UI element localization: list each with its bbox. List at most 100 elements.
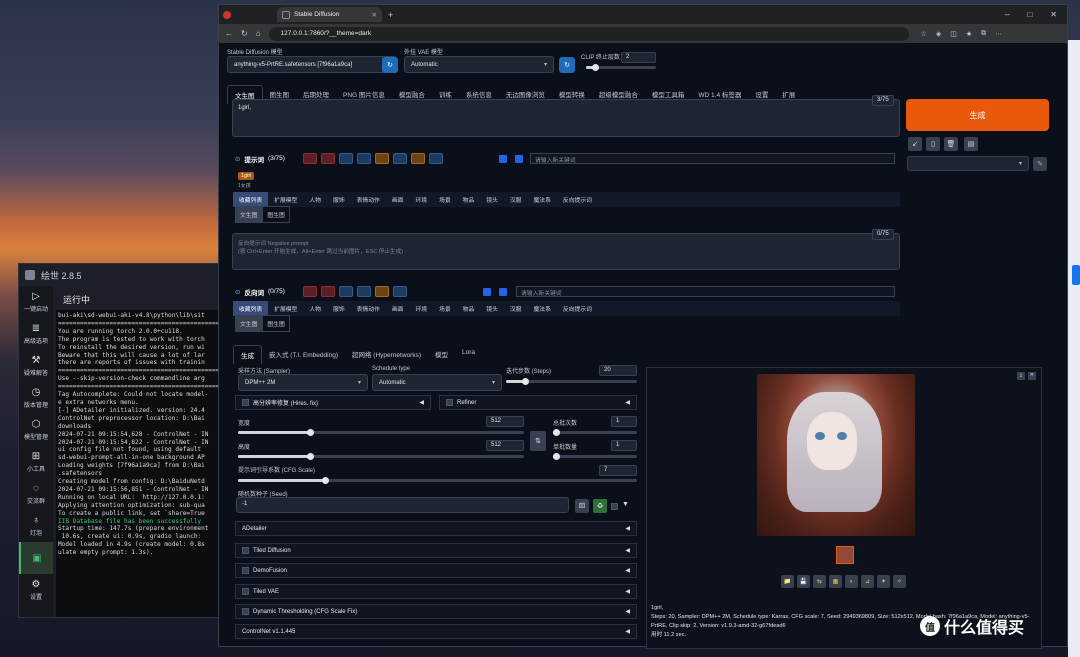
width-value[interactable]: 512 <box>486 416 524 427</box>
menu-icon[interactable]: ⋯ <box>995 30 1002 38</box>
keyword-checkbox[interactable] <box>499 155 507 163</box>
minimize-icon[interactable]: – <box>1005 10 1009 19</box>
batch-count-value[interactable]: 1 <box>611 416 637 427</box>
tool-button[interactable] <box>302 153 317 164</box>
split-icon[interactable]: ◫ <box>950 30 957 38</box>
refiner-toggle[interactable]: Refiner ◀ <box>439 395 637 410</box>
accordion-5[interactable]: ControlNet v1.1.445 ◀ <box>235 624 637 639</box>
tool-button[interactable] <box>374 286 389 297</box>
category-tab[interactable]: 服饰 <box>327 192 351 207</box>
category-tab[interactable]: 扩展模型 <box>268 192 303 207</box>
category-tab[interactable]: 魔法系 <box>527 192 556 207</box>
generated-image[interactable] <box>757 374 915 536</box>
tool-button[interactable] <box>374 153 389 164</box>
styles-select[interactable]: ▾ <box>907 156 1029 171</box>
steps-value[interactable]: 20 <box>599 365 637 376</box>
category-tab[interactable]: 镜头 <box>480 301 504 316</box>
category-tab[interactable]: 镜头 <box>480 192 504 207</box>
collections-icon[interactable]: ⧉ <box>981 30 986 38</box>
tool-button[interactable] <box>392 153 407 164</box>
gen-tab-1[interactable]: 嵌入式 (T.I. Embedding) <box>262 345 345 364</box>
batch-size-slider[interactable] <box>553 453 637 460</box>
cfg-slider[interactable] <box>238 477 637 484</box>
gen-tab-4[interactable]: Lora <box>455 345 482 364</box>
paste-icon[interactable]: ↙ <box>908 137 922 151</box>
accordion-checkbox[interactable] <box>242 608 249 615</box>
neg-keyword-input[interactable]: 请输入新关键词 <box>516 286 895 297</box>
sidebar-item-advanced[interactable]: ≣ 高级选项 <box>19 318 53 350</box>
home-icon[interactable]: ⌂ <box>256 29 261 38</box>
output-action-icon[interactable]: ✧ <box>893 575 906 588</box>
sidebar-item-community[interactable]: ◌ 交流群 <box>19 478 53 510</box>
maximize-icon[interactable]: □ <box>1027 10 1032 19</box>
refiner-checkbox[interactable] <box>446 399 453 406</box>
accordion-1[interactable]: Tiled Diffusion ◀ <box>235 543 637 558</box>
keyword-input[interactable]: 请输入新关键词 <box>530 153 895 164</box>
reload-icon[interactable]: ↻ <box>241 29 248 38</box>
accordion-2[interactable]: DemoFusion ◀ <box>235 563 637 578</box>
dice-icon[interactable]: ⚄ <box>575 499 589 513</box>
star-icon[interactable]: ☆ <box>921 30 927 38</box>
output-action-icon[interactable]: 📁 <box>781 575 794 588</box>
category-tab[interactable]: 服饰 <box>327 301 351 316</box>
category-tab[interactable]: 物品 <box>457 192 481 207</box>
recycle-icon[interactable]: ♻ <box>593 499 607 513</box>
width-slider[interactable] <box>238 429 524 436</box>
tool-button[interactable] <box>338 153 353 164</box>
tool-button[interactable] <box>302 286 317 297</box>
category-tab[interactable]: 表情动作 <box>351 192 386 207</box>
gen-tab-2[interactable]: 超网络 (Hypernetworks) <box>345 345 428 364</box>
category-tab[interactable]: 场景 <box>433 192 457 207</box>
model-select[interactable]: anything-v5-PrtRE.safetensors [7f96a1a9c… <box>227 56 397 73</box>
negative-prompt-textarea[interactable]: 反向提示词 Negative prompt (按 Ctrl+Enter 开始生成… <box>232 233 900 270</box>
tool-button[interactable] <box>356 153 371 164</box>
sidebar-item-launch[interactable]: ▷ 一键启动 <box>19 286 53 318</box>
clip-value[interactable]: 2 <box>621 52 656 63</box>
sidebar-item-console[interactable]: ▣ <box>19 542 53 574</box>
category-tab[interactable]: 人物 <box>303 301 327 316</box>
keyword-checkbox-2[interactable] <box>515 155 523 163</box>
batch-count-slider[interactable] <box>553 429 637 436</box>
tag-chip[interactable]: 1girl <box>238 172 255 180</box>
chevron-down-icon[interactable]: ⊙ <box>235 155 240 163</box>
hires-fix-toggle[interactable]: 高分辨率修复 (Hires. fix) ◀ <box>235 395 431 410</box>
output-action-icon[interactable]: ◐ <box>845 575 858 588</box>
category-tab[interactable]: 反向提示词 <box>557 192 598 207</box>
seed-input[interactable]: -1 <box>236 497 569 513</box>
accordion-4[interactable]: Dynamic Thresholding (CFG Scale Fix) ◀ <box>235 604 637 619</box>
style-icon[interactable]: ▤ <box>964 137 978 151</box>
sidebar-item-settings[interactable]: ⚙ 设置 <box>19 574 53 606</box>
output-action-icon[interactable]: 💾 <box>797 575 810 588</box>
chevron-down-icon[interactable]: ⊙ <box>235 288 240 296</box>
hires-checkbox[interactable] <box>242 399 249 406</box>
output-action-icon[interactable]: ⊿ <box>861 575 874 588</box>
brush-icon[interactable]: ✎ <box>1033 157 1047 171</box>
neg-keyword-checkbox-2[interactable] <box>499 288 507 296</box>
clear-icon[interactable]: ▯ <box>926 137 940 151</box>
output-action-icon[interactable]: ⇆ <box>813 575 826 588</box>
generate-button[interactable]: 生成 <box>906 99 1049 131</box>
category-tab[interactable]: 汉服 <box>504 192 528 207</box>
chevron-down-icon[interactable]: ▼ <box>622 501 629 508</box>
sub-tab[interactable]: 文生图 <box>235 315 263 332</box>
height-slider[interactable] <box>238 453 524 460</box>
tool-button[interactable] <box>338 286 353 297</box>
close-window-icon[interactable]: ✕ <box>1050 10 1057 19</box>
tool-button[interactable] <box>356 286 371 297</box>
download-icon[interactable]: ⤓ <box>1017 372 1025 380</box>
category-tab[interactable]: 扩展模型 <box>268 301 303 316</box>
schedule-select[interactable]: Automatic ▾ <box>372 374 502 391</box>
address-bar[interactable]: 127.0.0.1:7860/?__theme=dark <box>268 26 909 41</box>
accordion-3[interactable]: Tiled VAE ◀ <box>235 584 637 599</box>
swap-dimensions-icon[interactable]: ⇅ <box>530 431 546 451</box>
category-tab[interactable]: 物品 <box>457 301 481 316</box>
sidebar-item-versions[interactable]: ◷ 版本管理 <box>19 382 53 414</box>
output-action-icon[interactable]: ▦ <box>829 575 842 588</box>
favorites-icon[interactable]: ★ <box>966 30 972 38</box>
category-tab[interactable]: 人物 <box>303 192 327 207</box>
gen-tab-3[interactable]: 模型 <box>428 345 455 364</box>
new-tab-icon[interactable]: + <box>388 10 393 20</box>
close-icon[interactable]: ✕ <box>1028 372 1036 380</box>
back-icon[interactable]: ← <box>225 29 233 38</box>
accordion-checkbox[interactable] <box>242 547 249 554</box>
